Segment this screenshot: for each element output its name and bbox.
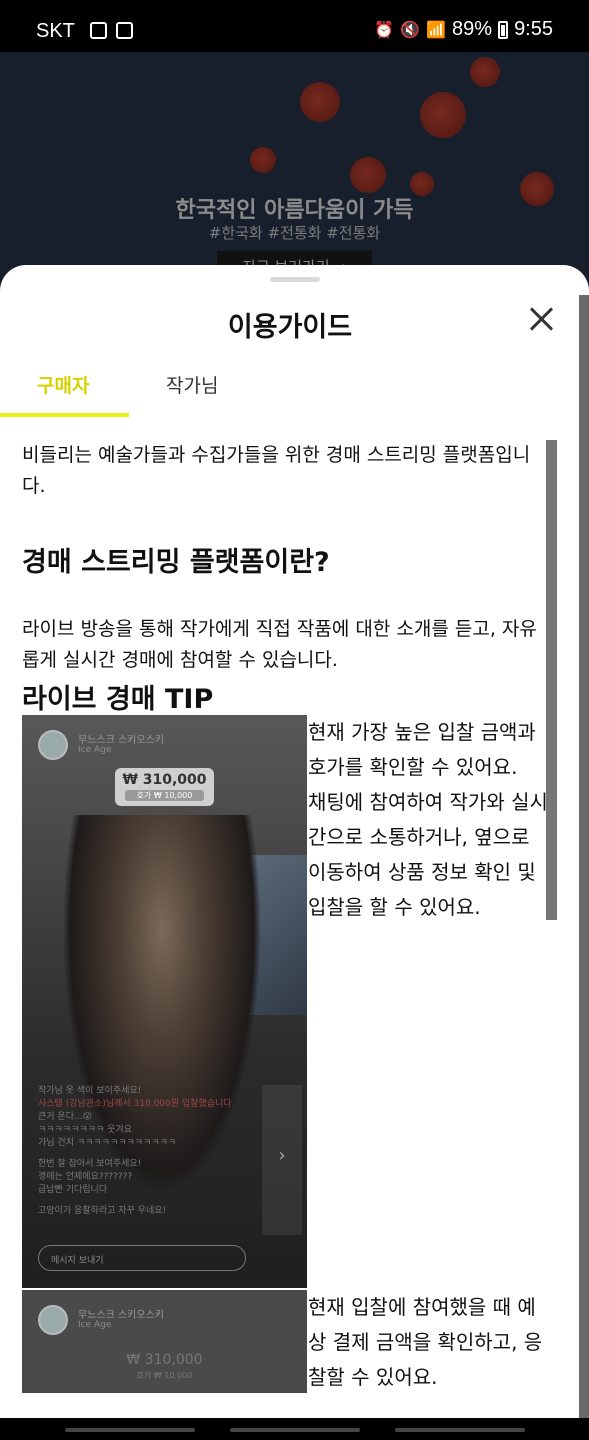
page-scrollbar[interactable] [579,295,589,1418]
avatar [38,730,68,760]
home-button[interactable] [230,1428,360,1432]
background-banner: 한국적인 아름다움이 가득 #한국화 #전통화 #전통화 지금 보러가기 → [0,52,589,292]
tip-description-2: 현재 입찰에 참여했을 때 예상 결제 금액을 확인하고, 응찰할 수 있어요. [308,1295,543,1389]
guide-sheet: 이용가이드 구매자 작가님 비들리는 예술가들과 수집가들을 위한 경매 스트리… [0,265,589,1418]
heading-what-is: 경매 스트리밍 플랫폼이란? [22,547,330,578]
close-icon[interactable] [526,303,558,335]
current-bid-badge: ₩ 310,000 호가 ₩ 10,000 [115,768,214,806]
artist-name: 무느스크 스키오스키 [78,1310,164,1321]
alarm-icon: ⏰ [374,21,395,39]
battery-percent: 89% [452,18,493,40]
bid-unit: 호가 ₩ 10,000 [136,1371,193,1380]
what-is-text: 라이브 방송을 통해 작가에게 직접 작품에 대한 소개를 듣고, 자유롭게 실… [22,618,537,671]
live-auction-screenshot: 무느스크 스키오스키 Ice Age ₩ 310,000 호가 ₩ 10,000… [22,715,307,1288]
tab-bar: 구매자 작가님 [0,365,580,419]
sheet-title: 이용가이드 [227,312,353,343]
heading-live-tip: 라이브 경매 TIP [22,684,214,715]
battery-icon [498,20,509,39]
current-bid-badge: ₩ 310,000 호가 ₩ 10,000 [115,1348,214,1386]
current-price: ₩ 310,000 [122,772,207,788]
artwork-name: Ice Age [78,1320,112,1330]
tab-buyer[interactable]: 구매자 [37,371,89,398]
chat-message: 사스템 (강남관소)님께서 310,000원 입찰했습니다 [38,1099,232,1109]
notification-icon [90,22,107,39]
status-bar: SKT ⏰ 🔇 📶 89% 9:55 [0,0,589,52]
chat-input: 메시지 보내기 [38,1245,246,1271]
current-price: ₩ 310,000 [126,1352,203,1368]
chat-message: 작가님 옷 색이 보이주세요! [38,1086,142,1096]
artist-name: 무느스크 스키오스키 [78,735,164,746]
carrier-label: SKT [36,20,75,42]
chat-list: 작가님 옷 색이 보이주세요! 사스템 (강남관소)님께서 310,000원 입… [38,1085,288,1218]
recent-apps-button[interactable] [65,1428,195,1432]
chat-message: 한번 잘 잡아서 보여주세요! [38,1159,142,1169]
artwork-name: Ice Age [78,745,112,755]
gallery-icon [116,22,133,39]
chevron-right-icon: › [262,1085,302,1235]
chat-message: 가님 건치 ㅋㅋㅋㅋㅋㅋㅋㅋㅋㅋㅋㅋ [38,1138,177,1148]
banner-title: 한국적인 아름다움이 가득 [175,198,414,223]
chat-message: 큰거 온다...😮 [38,1112,92,1122]
navigation-bar [0,1418,589,1440]
tab-artist[interactable]: 작가님 [166,371,218,398]
avatar [38,1305,68,1335]
chat-message: 경매는 언제에요??????? [38,1172,133,1182]
mute-icon: 🔇 [400,21,421,39]
chat-message: 급납빤 기다립니다 [38,1185,108,1195]
intro-text: 비들리는 예술가들과 수집가들을 위한 경매 스트리밍 플랫폼입니다. [22,444,531,497]
chat-message: ㅋㅋㅋㅋㅋㅋㅋㅋ 웃겨요 [38,1125,132,1135]
back-button[interactable] [395,1428,525,1432]
wifi-icon: 📶 [426,21,447,39]
clock: 9:55 [514,18,553,40]
banner-tags: #한국화 #전통화 #전통화 [208,224,381,242]
sheet-handle[interactable] [270,277,320,282]
chat-message: 고양이가 응찰하라고 자꾸 우네요! [38,1206,167,1216]
active-tab-indicator [0,413,129,417]
bid-unit: 호가 ₩ 10,000 [125,790,204,801]
tip-description-1: 현재 가장 높은 입찰 금액과 호가를 확인할 수 있어요. 채팅에 참여하여 … [308,720,548,919]
bid-screenshot: 무느스크 스키오스키 Ice Age ₩ 310,000 호가 ₩ 10,000 [22,1290,307,1393]
